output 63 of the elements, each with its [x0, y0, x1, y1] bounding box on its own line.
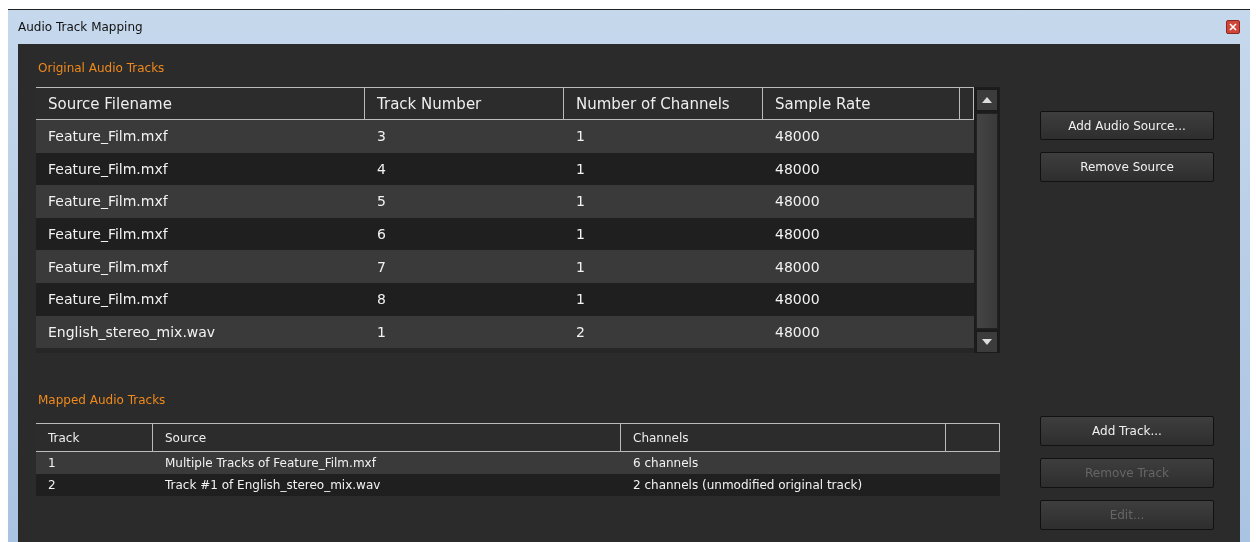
- table-cell-text: Multiple Tracks of Feature_Film.mxf: [164, 455, 378, 472]
- table-cell-text: Feature_Film.mxf: [47, 127, 169, 147]
- close-icon: [1229, 23, 1237, 31]
- table-cell-text: English_stereo_mix.wav: [47, 322, 217, 342]
- table-row[interactable]: Feature_Film.mxf 8 1 48000: [36, 282, 974, 316]
- column-header[interactable]: Number of Channels: [564, 88, 763, 119]
- table-cell-text: 48000: [774, 127, 821, 147]
- table-cell-text: 48000: [774, 257, 821, 277]
- table-cell-text: 1: [575, 192, 586, 212]
- section-heading: Original Audio Tracks: [38, 61, 166, 75]
- table-cell-text: 7: [376, 257, 387, 277]
- scrollbar[interactable]: [974, 87, 1000, 353]
- table-cell-text: Feature_Film.mxf: [47, 192, 169, 212]
- table-cell-text: 5: [376, 192, 387, 212]
- table-row[interactable]: Feature_Film.mxf 3 1 48000: [36, 120, 974, 153]
- table-cell-text: 3: [376, 127, 387, 147]
- scroll-down-button[interactable]: [976, 331, 998, 353]
- action-button[interactable]: Remove Source: [1040, 152, 1214, 183]
- table-cell-text: 48000: [774, 290, 821, 310]
- table-cell-text: 2: [575, 322, 586, 342]
- table-cell-text: Feature_Film.mxf: [47, 290, 169, 310]
- column-header[interactable]: Track: [36, 424, 153, 451]
- table-row[interactable]: Feature_Film.mxf 4 1 48000: [36, 152, 974, 186]
- table-cell-text: 48000: [774, 159, 821, 179]
- table-cell-text: 1: [575, 159, 586, 179]
- table-cell-text: 48000: [774, 192, 821, 212]
- table-cell-text: 6: [376, 225, 387, 245]
- table-cell-text: 6 channels: [632, 455, 700, 472]
- table-cell-text: 1: [575, 257, 586, 277]
- table-cell-text: 48000: [774, 225, 821, 245]
- table-row[interactable]: Feature_Film.mxf 7 1 48000: [36, 250, 974, 283]
- window-title: Audio Track Mapping: [18, 20, 143, 34]
- table-cell-text: Feature_Film.mxf: [47, 257, 169, 277]
- table-cell-text: Track #1 of English_stereo_mix.wav: [164, 477, 382, 494]
- section-heading: Mapped Audio Tracks: [38, 393, 167, 407]
- action-button[interactable]: Add Track...: [1040, 416, 1214, 447]
- column-header[interactable]: Track Number: [365, 88, 564, 119]
- table-cell-text: 1: [376, 322, 387, 342]
- table-row[interactable]: Feature_Film.mxf 6 1 48000: [36, 217, 974, 251]
- table-cell-text: Feature_Film.mxf: [47, 225, 169, 245]
- table-row[interactable]: 1 Multiple Tracks of Feature_Film.mxf 6 channels: [36, 452, 1000, 474]
- action-button[interactable]: Add Audio Source...: [1040, 110, 1214, 141]
- up-arrow-icon: [982, 97, 992, 103]
- table-cell-text: 1: [575, 127, 586, 147]
- table-cell-text: 4: [376, 159, 387, 179]
- close-button[interactable]: [1226, 20, 1240, 34]
- column-header[interactable]: Sample Rate: [763, 88, 960, 119]
- table-cell-text: 1: [575, 225, 586, 245]
- table-cell-text: 2: [47, 477, 57, 494]
- table-row[interactable]: 2 Track #1 of English_stereo_mix.wav 2 channels (unmodified original track): [36, 474, 1000, 496]
- table-cell-text: Feature_Film.mxf: [47, 159, 169, 179]
- down-arrow-icon: [982, 339, 992, 345]
- table-cell-text: 8: [376, 290, 387, 310]
- column-header[interactable]: Source Filename: [36, 88, 365, 119]
- column-header[interactable]: Channels: [621, 424, 946, 451]
- table-cell-text: 2 channels (unmodified original track): [632, 477, 864, 494]
- table-row[interactable]: English_stereo_mix.wav 1 2 48000: [36, 315, 974, 349]
- table-row[interactable]: Feature_Film.mxf 5 1 48000: [36, 185, 974, 218]
- table-cell-text: 48000: [774, 322, 821, 342]
- table-cell-text: 1: [47, 455, 57, 472]
- column-header[interactable]: Source: [153, 424, 621, 451]
- table-cell-text: 1: [575, 290, 586, 310]
- scroll-up-button[interactable]: [976, 89, 998, 111]
